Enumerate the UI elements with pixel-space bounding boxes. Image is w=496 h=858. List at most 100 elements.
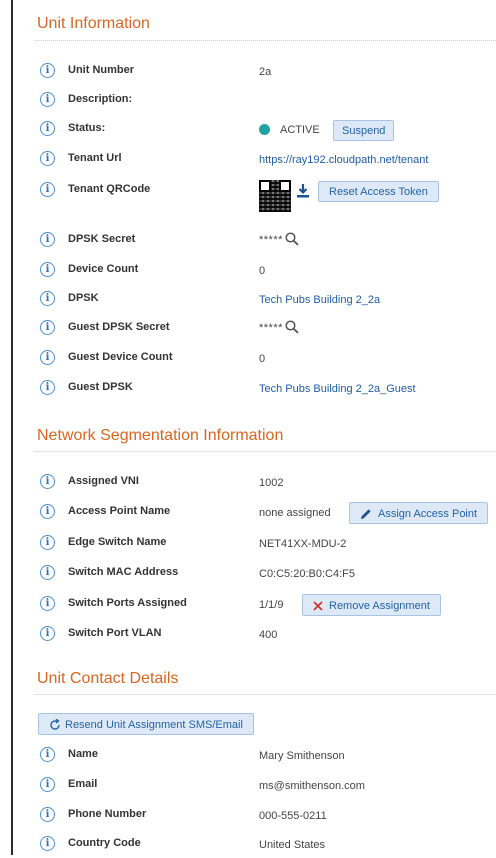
row-name: i Name Mary Smithenson <box>13 747 496 769</box>
row-status: i Status: ACTIVE Suspend <box>13 120 496 143</box>
row-phone-number: i Phone Number 000-555-0211 <box>13 807 496 829</box>
label-guest-device-count: Guest Device Count <box>68 351 173 363</box>
label-unit-number: Unit Number <box>68 64 134 76</box>
label-guest-dpsk-secret: Guest DPSK Secret <box>68 321 170 333</box>
section-divider <box>35 40 496 41</box>
info-icon[interactable]: i <box>40 182 55 197</box>
search-reveal-icon[interactable] <box>285 232 299 246</box>
row-dpsk: i DPSK Tech Pubs Building 2_2a <box>13 291 496 313</box>
search-reveal-icon[interactable] <box>285 320 299 334</box>
info-icon[interactable]: i <box>40 626 55 641</box>
value-guest-device-count: 0 <box>259 353 266 365</box>
section-divider <box>35 451 496 452</box>
row-tenant-url: i Tenant Url https://ray192.cloudpath.ne… <box>13 151 496 173</box>
value-switch-ports-assigned: 1/1/9 <box>259 599 284 611</box>
section-title-network-segmentation: Network Segmentation Information <box>37 427 284 444</box>
status-active-dot <box>259 124 270 135</box>
info-icon[interactable]: i <box>40 320 55 335</box>
info-icon[interactable]: i <box>40 291 55 306</box>
value-switch-mac-address: C0:C5:20:B0:C4:F5 <box>259 568 355 580</box>
value-access-point-name: none assigned <box>259 507 331 519</box>
row-edge-switch-name: i Edge Switch Name NET41XX-MDU-2 <box>13 535 496 557</box>
info-icon[interactable]: i <box>40 596 55 611</box>
info-icon[interactable]: i <box>40 380 55 395</box>
info-icon[interactable]: i <box>40 807 55 822</box>
section-title-unit-information: Unit Information <box>37 15 150 32</box>
close-icon <box>313 601 323 611</box>
info-icon[interactable]: i <box>40 92 55 107</box>
row-switch-ports-assigned: i Switch Ports Assigned 1/1/9 Remove Ass… <box>13 594 496 618</box>
row-device-count: i Device Count 0 <box>13 262 496 284</box>
label-device-count: Device Count <box>68 263 139 275</box>
resend-unit-assignment-button[interactable]: Resend Unit Assignment SMS/Email <box>38 713 254 735</box>
label-dpsk-secret: DPSK Secret <box>68 233 136 245</box>
info-icon[interactable]: i <box>40 350 55 365</box>
download-icon[interactable] <box>297 184 309 198</box>
info-icon[interactable]: i <box>40 836 55 851</box>
value-phone-number: 000-555-0211 <box>259 810 327 822</box>
info-icon[interactable]: i <box>40 747 55 762</box>
row-assigned-vni: i Assigned VNI 1002 <box>13 474 496 496</box>
label-description: Description: <box>68 93 133 105</box>
label-country-code: Country Code <box>68 837 141 849</box>
refresh-icon <box>50 719 60 730</box>
label-tenant-url: Tenant Url <box>68 152 122 164</box>
value-email: ms@smithenson.com <box>259 780 365 792</box>
row-guest-dpsk-secret: i Guest DPSK Secret ***** <box>13 320 496 342</box>
label-name: Name <box>68 748 98 760</box>
value-edge-switch-name: NET41XX-MDU-2 <box>259 538 347 550</box>
label-guest-dpsk: Guest DPSK <box>68 381 133 393</box>
info-icon[interactable]: i <box>40 151 55 166</box>
row-guest-device-count: i Guest Device Count 0 <box>13 350 496 372</box>
suspend-button[interactable]: Suspend <box>333 120 395 141</box>
value-switch-port-vlan: 400 <box>259 629 278 641</box>
label-dpsk: DPSK <box>68 292 99 304</box>
row-switch-port-vlan: i Switch Port VLAN 400 <box>13 626 496 648</box>
info-icon[interactable]: i <box>40 504 55 519</box>
label-edge-switch-name: Edge Switch Name <box>68 536 167 548</box>
guest-dpsk-secret-mask: ***** <box>259 322 283 334</box>
row-description: i Description: <box>13 92 496 114</box>
value-country-code: United States <box>259 839 326 851</box>
info-icon[interactable]: i <box>40 777 55 792</box>
section-title-unit-contact-details: Unit Contact Details <box>37 670 179 687</box>
row-unit-number: i Unit Number 2a <box>13 63 496 85</box>
row-guest-dpsk: i Guest DPSK Tech Pubs Building 2_2a_Gue… <box>13 380 496 402</box>
tenant-url-link[interactable]: https://ray192.cloudpath.net/tenant <box>259 153 428 167</box>
value-name: Mary Smithenson <box>259 750 345 762</box>
row-access-point-name: i Access Point Name none assigned Assign… <box>13 502 496 526</box>
label-access-point-name: Access Point Name <box>68 505 171 517</box>
row-email: i Email ms@smithenson.com <box>13 777 496 799</box>
info-icon[interactable]: i <box>40 262 55 277</box>
remove-assignment-button[interactable]: Remove Assignment <box>302 594 441 616</box>
dpsk-secret-mask: ***** <box>259 234 283 246</box>
info-icon[interactable]: i <box>40 474 55 489</box>
pencil-icon <box>361 509 371 519</box>
assign-access-point-button[interactable]: Assign Access Point <box>349 502 489 524</box>
row-switch-mac-address: i Switch MAC Address C0:C5:20:B0:C4:F5 <box>13 565 496 587</box>
resend-unit-assignment-label: Resend Unit Assignment SMS/Email <box>65 719 243 731</box>
dpsk-link[interactable]: Tech Pubs Building 2_2a <box>259 293 380 307</box>
value-unit-number: 2a <box>259 66 272 78</box>
row-tenant-qrcode: i Tenant QRCode Reset Access Token <box>13 180 496 222</box>
info-icon[interactable]: i <box>40 232 55 247</box>
info-icon[interactable]: i <box>40 565 55 580</box>
info-icon[interactable]: i <box>40 535 55 550</box>
row-dpsk-secret: i DPSK Secret ***** <box>13 232 496 254</box>
label-switch-mac-address: Switch MAC Address <box>68 566 179 578</box>
value-device-count: 0 <box>259 265 266 277</box>
remove-assignment-label: Remove Assignment <box>329 600 430 612</box>
info-icon[interactable]: i <box>40 121 55 136</box>
info-icon[interactable]: i <box>40 63 55 78</box>
reset-access-token-button[interactable]: Reset Access Token <box>318 181 439 202</box>
label-tenant-qrcode: Tenant QRCode <box>68 183 151 195</box>
label-switch-port-vlan: Switch Port VLAN <box>68 627 162 639</box>
label-assigned-vni: Assigned VNI <box>68 475 139 487</box>
value-status: ACTIVE <box>280 124 320 136</box>
tenant-qrcode-image <box>259 180 291 212</box>
assign-access-point-label: Assign Access Point <box>378 508 478 520</box>
label-switch-ports-assigned: Switch Ports Assigned <box>68 597 187 609</box>
guest-dpsk-link[interactable]: Tech Pubs Building 2_2a_Guest <box>259 382 416 396</box>
label-phone-number: Phone Number <box>68 808 147 820</box>
unit-details-panel: Unit Information i Unit Number 2a i Desc… <box>13 0 496 855</box>
